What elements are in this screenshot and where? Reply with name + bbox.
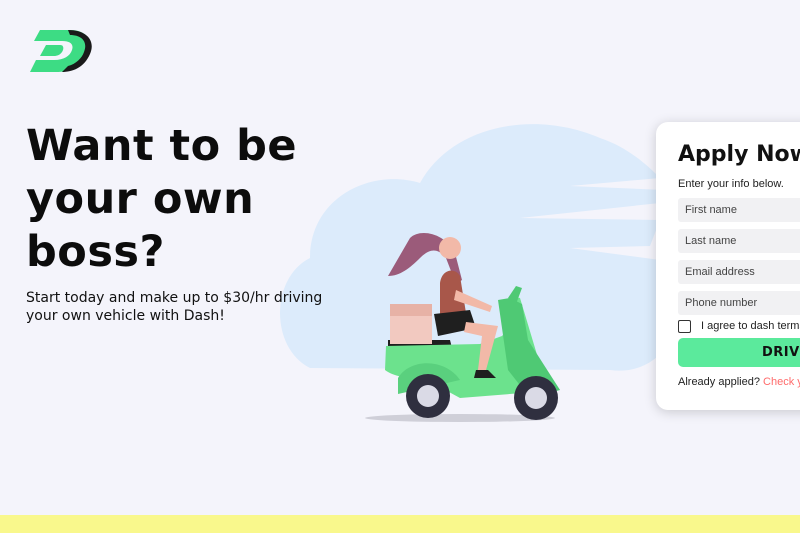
terms-checkbox[interactable] (678, 319, 691, 333)
already-applied-label: Already applied? (678, 376, 760, 388)
first-name-input[interactable] (678, 198, 800, 222)
terms-row: I agree to dash terms (678, 319, 800, 333)
form-title: Apply Now (678, 142, 800, 167)
hero-subtitle: Start today and make up to $30/hr drivin… (26, 290, 323, 324)
footer-bar (0, 515, 800, 533)
email-input[interactable] (678, 260, 800, 284)
terms-label: I agree to dash terms (701, 320, 800, 332)
apply-form-card: Apply Now Enter your info below. I agree… (656, 122, 800, 410)
brand-logo[interactable] (26, 26, 92, 74)
last-name-input[interactable] (678, 229, 800, 253)
hero-title: Want to be your own boss? (26, 121, 298, 277)
form-subtitle: Enter your info below. (678, 178, 784, 190)
dash-logo-icon (30, 30, 92, 72)
phone-input[interactable] (678, 291, 800, 315)
already-applied-text: Already applied? Check your status (678, 376, 800, 388)
drive-button[interactable]: DRIVE (678, 338, 800, 367)
check-status-link[interactable]: Check your status (763, 376, 800, 388)
